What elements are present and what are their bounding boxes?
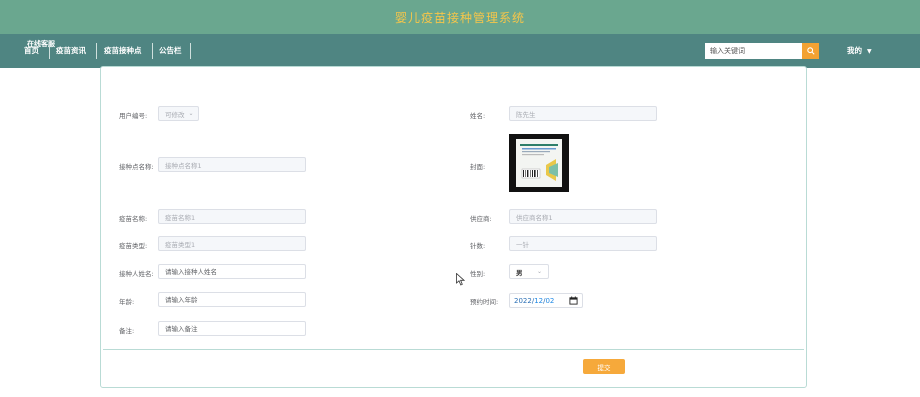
form-card bbox=[100, 66, 807, 388]
cover-label: 封面: bbox=[470, 163, 486, 171]
vaccine-type-label: 疫苗类型: bbox=[119, 242, 148, 250]
user-no-select[interactable]: 可修改 ⌄ bbox=[158, 106, 199, 121]
user-menu-label: 我的 bbox=[847, 46, 862, 55]
nav-bar: 在线客服 首页 疫苗资讯 疫苗接种点 公告栏 我的▼ bbox=[0, 34, 920, 68]
gender-label: 性别: bbox=[470, 270, 486, 278]
date-day: 02 bbox=[545, 296, 555, 305]
recipient-label: 接种人姓名: bbox=[119, 270, 154, 278]
vaccine-name-field: 疫苗名称1 bbox=[158, 209, 306, 224]
date-month: 12 bbox=[534, 296, 544, 305]
nav-item-vaccination-sites[interactable]: 疫苗接种点 bbox=[104, 45, 142, 56]
nav-separator bbox=[49, 43, 50, 59]
chevron-down-icon: ⌄ bbox=[536, 268, 542, 275]
date-year: 2022 bbox=[514, 296, 532, 305]
search-icon bbox=[806, 47, 815, 55]
title-bar: 婴儿疫苗接种管理系统 bbox=[0, 0, 920, 34]
chevron-down-icon: ⌄ bbox=[188, 110, 194, 117]
nav-separator bbox=[152, 43, 153, 59]
vaccine-type-field: 疫苗类型1 bbox=[158, 236, 306, 251]
nav-separator bbox=[96, 43, 97, 59]
site-name-field: 接种点名称1 bbox=[158, 157, 306, 172]
supplier-label: 供应商: bbox=[470, 215, 492, 223]
doses-label: 针数: bbox=[470, 242, 486, 250]
remark-input[interactable] bbox=[158, 321, 306, 336]
name-label: 姓名: bbox=[470, 112, 486, 120]
site-name-label: 接种点名称: bbox=[119, 163, 154, 171]
mouse-cursor-icon bbox=[456, 273, 465, 286]
cover-image[interactable] bbox=[509, 134, 569, 192]
name-field: 陈先生 bbox=[509, 106, 657, 121]
app-title: 婴儿疫苗接种管理系统 bbox=[394, 10, 525, 25]
age-label: 年龄: bbox=[119, 298, 135, 306]
gender-value: 男 bbox=[516, 268, 523, 277]
remark-label: 备注: bbox=[119, 327, 135, 335]
vaccine-box-image bbox=[516, 139, 562, 187]
appointment-date-input[interactable]: 2022/12/02 bbox=[509, 293, 583, 308]
gender-select[interactable]: 男 ⌄ bbox=[509, 264, 549, 279]
submit-button[interactable]: 提交 bbox=[583, 359, 625, 374]
user-menu[interactable]: 我的 ▼ bbox=[847, 45, 872, 56]
user-no-value: 可修改 bbox=[165, 110, 185, 119]
nav-item-bulletin[interactable]: 公告栏 bbox=[159, 45, 182, 56]
doses-field: 一针 bbox=[509, 236, 657, 251]
age-input[interactable] bbox=[158, 292, 306, 307]
appointment-label: 预约时间: bbox=[470, 298, 499, 306]
nav-item-home[interactable]: 首页 bbox=[24, 45, 39, 56]
calendar-icon[interactable] bbox=[569, 296, 578, 305]
user-no-label: 用户编号: bbox=[119, 112, 148, 120]
nav-item-vaccine-news[interactable]: 疫苗资讯 bbox=[56, 45, 86, 56]
search-input[interactable] bbox=[705, 43, 802, 59]
chevron-down-icon: ▼ bbox=[867, 48, 872, 55]
supplier-field: 供应商名称1 bbox=[509, 209, 657, 224]
nav-separator bbox=[190, 43, 191, 59]
form-divider bbox=[103, 349, 804, 350]
search-button[interactable] bbox=[802, 43, 819, 59]
recipient-name-input[interactable] bbox=[158, 264, 306, 279]
vaccine-name-label: 疫苗名称: bbox=[119, 215, 148, 223]
